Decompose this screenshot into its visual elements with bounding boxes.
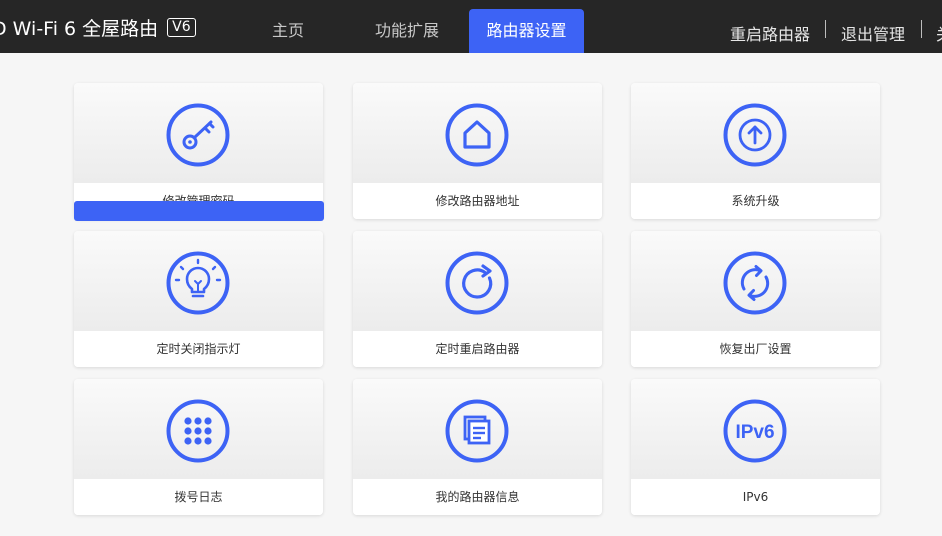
tile-change-admin-password[interactable]: 修改管理密码 [74, 83, 323, 219]
tile-label: 系统升级 [631, 183, 880, 219]
brand-title: D Wi-Fi 6 全屋路由 [0, 18, 159, 40]
ipv6-icon-text: IPv6 [735, 422, 774, 443]
tile-label: 恢复出厂设置 [631, 331, 880, 367]
selection-highlight-bar [74, 201, 324, 221]
tile-label: 我的路由器信息 [353, 479, 602, 515]
upgrade-icon [723, 103, 787, 167]
tile-system-upgrade[interactable]: 系统升级 [631, 83, 880, 219]
nav-divider [825, 20, 826, 38]
dialpad-icon [166, 399, 230, 463]
nav-divider [921, 20, 922, 38]
more-link[interactable]: 关 [936, 21, 942, 45]
ipv6-icon: IPv6 [723, 399, 787, 463]
tile-schedule-indicator-off[interactable]: 定时关闭指示灯 [74, 231, 323, 367]
router-info-icon [445, 399, 509, 463]
lightbulb-icon [166, 251, 230, 315]
factory-reset-icon [723, 251, 787, 315]
tile-schedule-restart[interactable]: 定时重启路由器 [353, 231, 602, 367]
tile-label: 拨号日志 [74, 479, 323, 515]
logout-link[interactable]: 退出管理 [841, 21, 905, 45]
restart-icon [445, 251, 509, 315]
tile-label: IPv6 [631, 479, 880, 515]
tile-label: 定时关闭指示灯 [74, 331, 323, 367]
key-icon [166, 103, 230, 167]
tile-label: 修改路由器地址 [353, 183, 602, 219]
home-icon [445, 103, 509, 167]
top-nav-bar: D Wi-Fi 6 全屋路由 V6 主页 功能扩展 路由器设置 重启路由器 退出… [0, 0, 942, 53]
tile-router-info[interactable]: 我的路由器信息 [353, 379, 602, 515]
tab-router-settings[interactable]: 路由器设置 [469, 9, 584, 53]
tile-dial-log[interactable]: 拨号日志 [74, 379, 323, 515]
brand-logo: D Wi-Fi 6 全屋路由 V6 [0, 14, 196, 41]
tile-ipv6[interactable]: IPv6 IPv6 [631, 379, 880, 515]
brand-version-badge: V6 [167, 18, 196, 37]
tile-factory-reset[interactable]: 恢复出厂设置 [631, 231, 880, 367]
tile-label: 定时重启路由器 [353, 331, 602, 367]
restart-router-link[interactable]: 重启路由器 [730, 21, 810, 45]
tab-feature-extensions[interactable]: 功能扩展 [362, 9, 452, 53]
tile-change-router-address[interactable]: 修改路由器地址 [353, 83, 602, 219]
tab-home[interactable]: 主页 [248, 9, 328, 53]
